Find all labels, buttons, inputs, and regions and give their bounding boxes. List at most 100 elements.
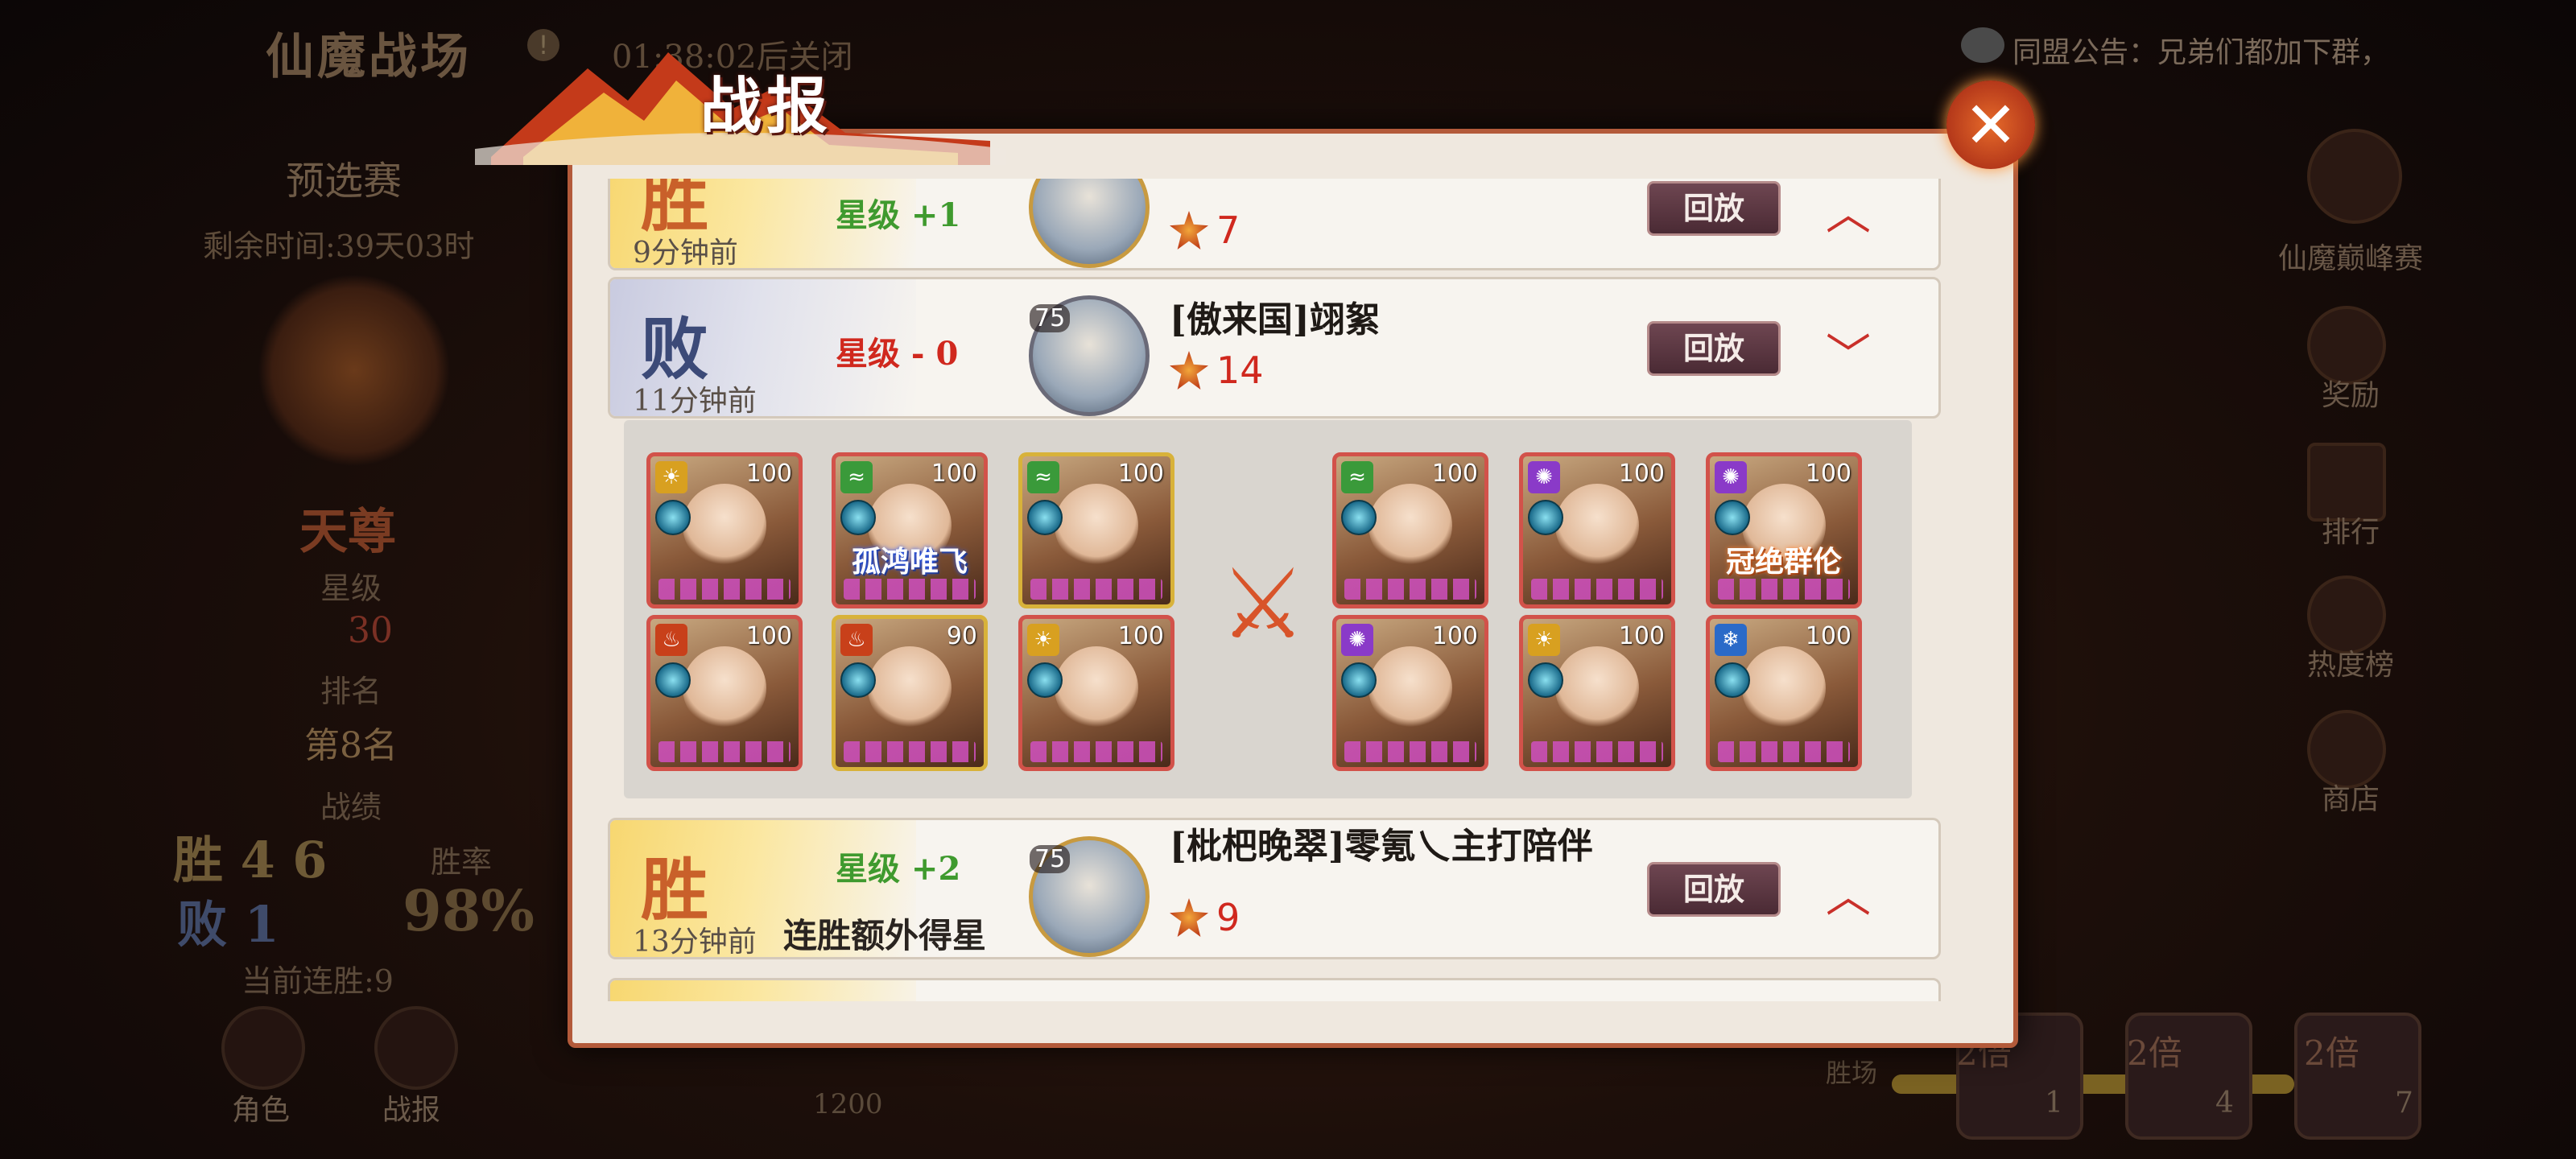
chevron-up-icon[interactable]: ︿ xyxy=(1826,860,1871,926)
hero-card[interactable]: ☀ 100 xyxy=(1018,615,1174,771)
opponent-name: [傲来国]翊絮 xyxy=(1170,299,1381,340)
stage-label: 预选赛 xyxy=(286,159,402,204)
star-change: 星级 +1 xyxy=(836,196,961,234)
star-change: 星级 - 0 xyxy=(836,335,959,373)
hero-level: 100 xyxy=(1117,460,1164,488)
remaining-time: 剩余时间:39天03时 xyxy=(203,229,475,264)
hero-card[interactable]: ✺ 100 xyxy=(1519,452,1675,608)
dialog-title: 战报 xyxy=(700,70,832,142)
hero-card[interactable]: ☀ 100 xyxy=(1519,615,1675,771)
hero-level: 100 xyxy=(1117,622,1164,650)
medal-icon xyxy=(1170,211,1208,250)
fire-element-icon: ♨ xyxy=(655,624,687,656)
record-time: 11分钟前 xyxy=(633,385,757,418)
hero-card[interactable]: ≈100 xyxy=(1332,452,1488,608)
rank-emblem-icon xyxy=(258,274,451,467)
battle-report-icon[interactable] xyxy=(374,1006,458,1090)
chevron-up-icon[interactable]: ︿ xyxy=(1826,179,1871,243)
opponent-score: 7 xyxy=(1170,208,1240,252)
hero-level: 100 xyxy=(745,622,792,650)
arcane-element-icon: ✺ xyxy=(1341,624,1373,656)
streak-bonus-note: 连胜额外得星 xyxy=(783,916,987,955)
sun-element-icon: ☀ xyxy=(1027,624,1059,656)
hero-level: 100 xyxy=(1618,460,1665,488)
replay-button[interactable]: 回放 xyxy=(1647,321,1781,376)
menu-reward[interactable]: 奖励 xyxy=(2254,372,2447,414)
arena-title: 仙魔战场 xyxy=(266,29,472,85)
hero-card[interactable]: ♨ 100 xyxy=(646,615,803,771)
hero-title-tag: 冠绝群伦 xyxy=(1725,545,1842,579)
hero-level: 100 xyxy=(1431,622,1478,650)
peak-match-icon[interactable] xyxy=(2307,129,2402,224)
nav-character[interactable]: 角色 xyxy=(232,1087,290,1128)
hero-card[interactable]: ≈100 xyxy=(1018,452,1174,608)
hero-card[interactable]: ≈100 孤鸿唯飞 xyxy=(832,452,988,608)
alliance-notice[interactable]: 同盟公告：兄弟们都加下群， xyxy=(2013,29,2389,71)
winrate-value: 98% xyxy=(402,877,535,944)
wins-label: 胜场 xyxy=(1826,1058,1878,1088)
hero-title-tag: 孤鸿唯飞 xyxy=(851,545,968,579)
wind-element-icon: ≈ xyxy=(840,461,873,493)
hero-card[interactable]: ❄ 100 xyxy=(1706,615,1862,771)
record-card: 胜 星级 +2 连胜额外得星 13分钟前 75 [枇杷晚翠]零氪乀主打陪伴 9 … xyxy=(608,818,1941,959)
hero-card[interactable]: ☀ 100 xyxy=(646,452,803,608)
record-time: 9分钟前 xyxy=(633,237,738,270)
opponent-score: 14 xyxy=(1170,349,1264,392)
record-list[interactable]: 胜 星级 +1 9分钟前 7 回放 ︿ 败 星级 - 0 11分钟前 75 [傲… xyxy=(608,179,2000,1001)
chest-count: 4 xyxy=(2215,1087,2234,1120)
hero-level: 100 xyxy=(745,460,792,488)
crossed-swords-icon: ⚔ xyxy=(1220,549,1307,661)
sun-element-icon: ☀ xyxy=(1528,624,1560,656)
winrate-label: 胜率 xyxy=(431,844,493,880)
lose-count: 败 1 xyxy=(177,895,279,954)
star-value: 30 xyxy=(348,610,393,651)
opponent-name: [枇杷晚翠]零氪乀主打陪伴 xyxy=(1170,826,1593,867)
medal-icon xyxy=(1170,351,1208,390)
chevron-down-icon[interactable]: ﹀ xyxy=(1826,320,1871,385)
hero-card[interactable]: ✺ 100 冠绝群伦 xyxy=(1706,452,1862,608)
chest-multiplier: 2倍 xyxy=(2127,1033,2182,1073)
rank-label: 排名 xyxy=(320,674,382,709)
hero-card[interactable]: ♨ 90 xyxy=(832,615,988,771)
arcane-element-icon: ✺ xyxy=(1715,461,1747,493)
opponent-avatar[interactable]: 75 xyxy=(1029,295,1150,416)
hero-level: 100 xyxy=(1805,622,1852,650)
nav-battle-report[interactable]: 战报 xyxy=(382,1087,440,1128)
chest-multiplier: 2倍 xyxy=(2304,1033,2359,1073)
character-icon[interactable] xyxy=(221,1006,305,1090)
hero-level: 100 xyxy=(1618,622,1665,650)
rank-title: 天尊 xyxy=(299,504,396,560)
menu-peak-match[interactable]: 仙魔巅峰赛 xyxy=(2254,235,2447,277)
sun-element-icon: ☀ xyxy=(655,461,687,493)
replay-button[interactable]: 回放 xyxy=(1647,181,1781,236)
battle-detail-panel: ☀ 100 ≈100 孤鸿唯飞 ≈100 ♨ 100 ♨ 90 ☀ 100 ⚔ ≈100 … xyxy=(624,420,1912,798)
record-label: 战绩 xyxy=(320,790,382,825)
chat-bubble-icon[interactable] xyxy=(1961,27,2004,63)
hero-card[interactable]: ✺ 100 xyxy=(1332,615,1488,771)
record-card: 胜 星级 +1 9分钟前 7 回放 ︿ xyxy=(608,179,1941,270)
win-count: 胜 4 6 xyxy=(173,831,328,889)
fire-element-icon: ♨ xyxy=(840,624,873,656)
chest-count: 1 xyxy=(2045,1087,2063,1120)
opponent-level: 75 xyxy=(1030,304,1071,332)
ice-element-icon: ❄ xyxy=(1715,624,1747,656)
wind-element-icon: ≈ xyxy=(1027,461,1059,493)
replay-button[interactable]: 回放 xyxy=(1647,862,1781,917)
opponent-score: 9 xyxy=(1170,896,1240,939)
hero-level: 100 xyxy=(1431,460,1478,488)
opponent-avatar[interactable] xyxy=(1029,179,1150,268)
hero-level: 100 xyxy=(931,460,977,488)
hero-level: 90 xyxy=(946,622,977,650)
streak-label: 当前连胜:9 xyxy=(242,963,394,999)
medal-icon xyxy=(1170,898,1208,937)
menu-ranking[interactable]: 排行 xyxy=(2254,509,2447,551)
star-label: 星级 xyxy=(320,571,382,606)
close-icon[interactable]: ✕ xyxy=(1946,80,2035,169)
record-card: 败 星级 - 0 11分钟前 75 [傲来国]翊絮 14 回放 ﹀ xyxy=(608,277,1941,419)
star-change: 星级 +2 xyxy=(836,850,961,888)
menu-shop[interactable]: 商店 xyxy=(2254,776,2447,818)
menu-heat-board[interactable]: 热度榜 xyxy=(2254,641,2447,683)
opponent-avatar[interactable]: 75 xyxy=(1029,836,1150,957)
opponent-level: 75 xyxy=(1030,845,1071,873)
record-time: 13分钟前 xyxy=(633,926,757,959)
